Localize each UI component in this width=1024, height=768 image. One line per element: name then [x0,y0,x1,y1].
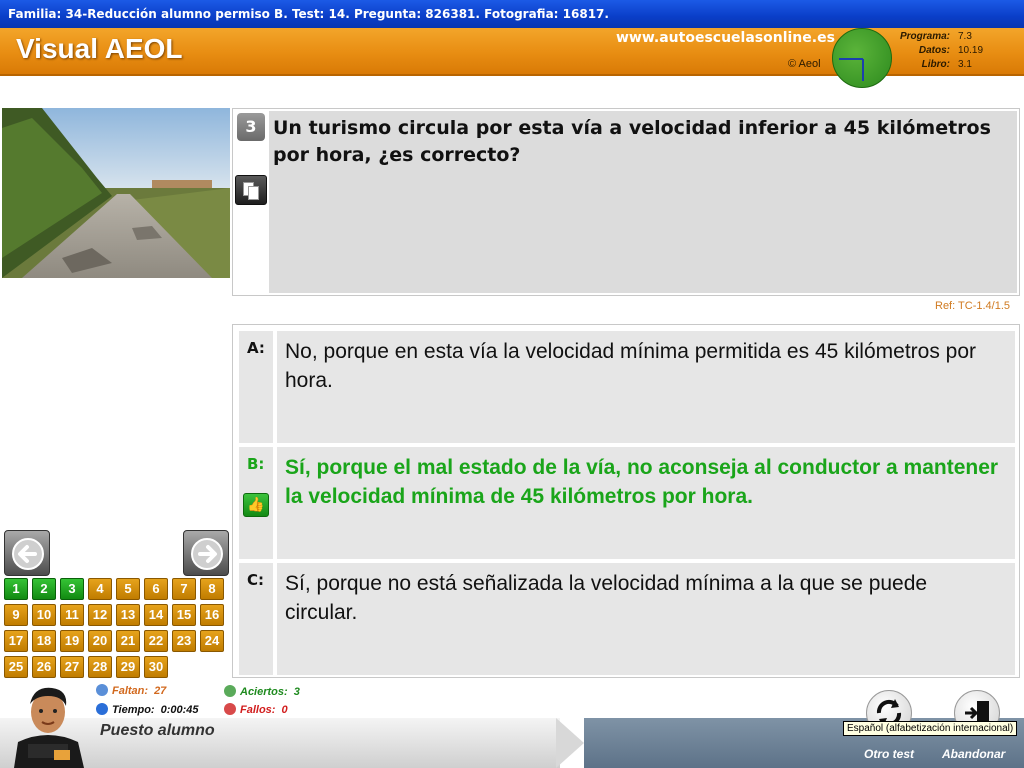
question-grid-cell[interactable]: 4 [88,578,112,600]
question-grid-cell[interactable]: 26 [32,656,56,678]
question-grid-cell[interactable]: 8 [200,578,224,600]
question-grid-cell[interactable]: 21 [116,630,140,652]
answer-letter: C: [239,563,273,675]
flag-icon [224,703,236,715]
stat-tiempo: Tiempo: 0:00:45 [96,703,199,716]
window-title: Familia: 34-Reducción alumno permiso B. … [0,0,1024,28]
footer-title: Puesto alumno [100,722,215,739]
clock-icon [832,28,892,88]
copy-icon[interactable] [235,175,267,205]
hourglass-icon [96,703,108,715]
site-url[interactable]: www.autoescuelasonline.es [616,30,835,46]
question-grid-cell[interactable]: 3 [60,578,84,600]
avatar [4,684,92,768]
language-tooltip: Español (alfabetización internacional) [843,721,1018,736]
question-grid-cell[interactable]: 16 [200,604,224,626]
question-grid-cell[interactable]: 11 [60,604,84,626]
question-grid-cell[interactable]: 18 [32,630,56,652]
question-text-box: Un turismo circula por esta vía a veloci… [269,111,1017,293]
question-text: Un turismo circula por esta vía a veloci… [273,117,991,166]
question-grid-cell[interactable]: 24 [200,630,224,652]
question-grid-cell[interactable]: 6 [144,578,168,600]
version-programa: Programa: 7.3 [899,31,972,42]
stat-faltan: Faltan: 27 [96,684,166,697]
question-grid-cell[interactable]: 19 [60,630,84,652]
flag-icon [224,685,236,697]
question-grid-cell[interactable]: 28 [88,656,112,678]
version-libro: Libro: 3.1 [921,59,972,70]
question-grid-cell[interactable]: 14 [144,604,168,626]
question-grid-cell[interactable]: 7 [172,578,196,600]
prev-question-button[interactable] [4,530,50,576]
answers-panel: A: No, porque en esta vía la velocidad m… [232,324,1020,678]
next-question-button[interactable] [183,530,229,576]
question-grid-cell[interactable]: 30 [144,656,168,678]
question-grid-cell[interactable]: 29 [116,656,140,678]
question-reference: Ref: TC-1.4/1.5 [935,300,1010,312]
answer-text: Sí, porque no está señalizada la velocid… [285,572,928,624]
version-datos: Datos: 10.19 [918,45,984,56]
question-grid-cell[interactable]: 25 [4,656,28,678]
answer-text: Sí, porque el mal estado de la vía, no a… [285,456,999,508]
answer-b[interactable]: B: 👍 Sí, porque el mal estado de la vía,… [239,447,1015,559]
footer-arrow [556,718,584,768]
abandonar-label[interactable]: Abandonar [942,747,1005,761]
question-grid-cell[interactable]: 17 [4,630,28,652]
question-grid-cell[interactable]: 5 [116,578,140,600]
question-grid-cell[interactable]: 13 [116,604,140,626]
answer-c[interactable]: C: Sí, porque no está señalizada la velo… [239,563,1015,675]
answer-text: No, porque en esta vía la velocidad míni… [285,340,977,392]
question-grid-cell[interactable]: 9 [4,604,28,626]
question-grid-cell[interactable]: 15 [172,604,196,626]
copyright: © Aeol [788,58,821,70]
arrow-left-icon [12,538,44,570]
answer-a[interactable]: A: No, porque en esta vía la velocidad m… [239,331,1015,443]
app-title: Visual AEOL [16,33,183,64]
app-header: Visual AEOL www.autoescuelasonline.es © … [0,28,1024,88]
question-panel: 3 Un turismo circula por esta vía a velo… [232,108,1020,296]
answer-letter: A: [239,331,273,443]
flag-icon [96,684,108,696]
question-number: 3 [237,113,265,141]
thumbs-up-icon: 👍 [243,493,269,517]
question-grid-cell[interactable]: 2 [32,578,56,600]
question-grid-cell[interactable]: 20 [88,630,112,652]
question-grid-cell[interactable]: 10 [32,604,56,626]
question-grid-cell[interactable]: 27 [60,656,84,678]
stat-aciertos: Aciertos: 3 [224,685,300,698]
question-grid-cell[interactable]: 23 [172,630,196,652]
question-photo [2,108,230,278]
question-grid-cell[interactable]: 12 [88,604,112,626]
question-grid-cell[interactable]: 1 [4,578,28,600]
arrow-right-icon [191,538,223,570]
stat-fallos: Fallos: 0 [224,703,288,716]
question-grid-cell[interactable]: 22 [144,630,168,652]
otro-test-label[interactable]: Otro test [864,747,914,761]
